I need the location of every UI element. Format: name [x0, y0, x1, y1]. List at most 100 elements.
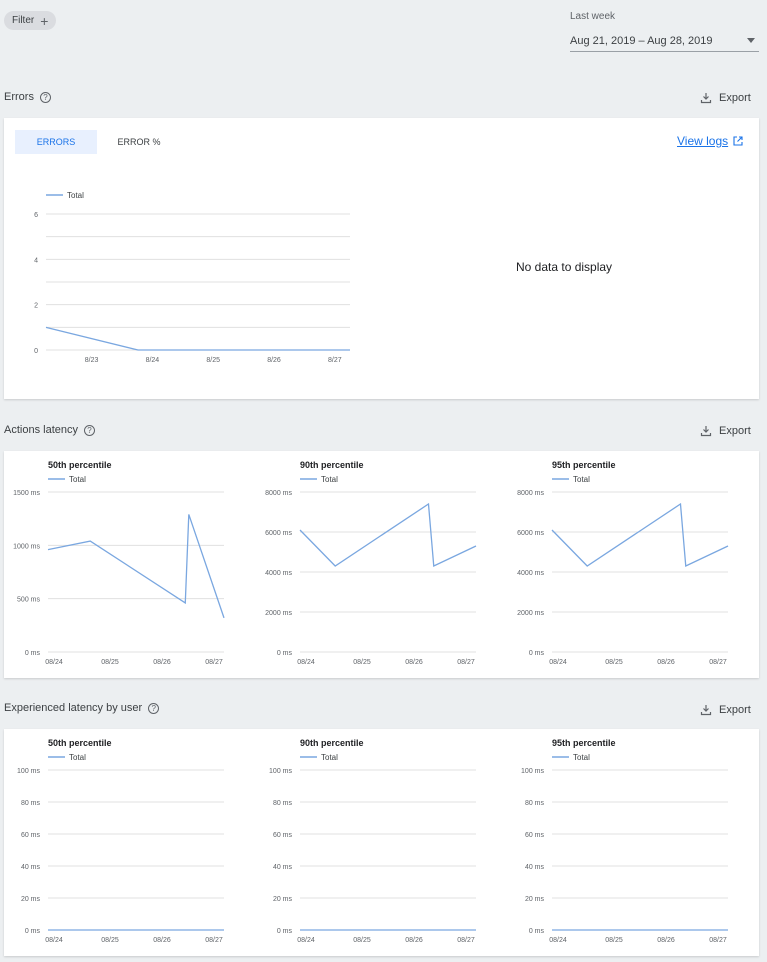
view-logs-link[interactable]: View logs	[677, 134, 743, 148]
y-tick-label: 100 ms	[17, 768, 40, 775]
y-tick-label: 6	[34, 212, 38, 219]
legend-label: Total	[67, 191, 84, 200]
x-tick-label: 08/25	[101, 937, 119, 944]
chart-title: 90th percentile	[300, 460, 364, 470]
chart-title: 95th percentile	[552, 460, 616, 470]
x-tick-label: 8/26	[267, 357, 281, 364]
series-line	[299, 502, 477, 567]
x-tick-label: 08/24	[297, 659, 315, 666]
y-tick-label: 0 ms	[25, 928, 41, 935]
filter-chip[interactable]: Filter +	[4, 11, 56, 30]
x-tick-label: 08/27	[205, 937, 223, 944]
filter-label: Filter	[12, 15, 35, 26]
y-tick-label: 6000 ms	[517, 530, 544, 537]
view-logs-label: View logs	[677, 134, 729, 148]
y-tick-label: 20 ms	[273, 896, 293, 903]
x-tick-label: 8/23	[85, 357, 99, 364]
y-tick-label: 8000 ms	[265, 490, 292, 497]
y-tick-label: 4000 ms	[517, 570, 544, 577]
legend-label: Total	[573, 475, 590, 484]
x-tick-label: 08/24	[45, 937, 63, 944]
legend-label: Total	[69, 475, 86, 484]
x-tick-label: 08/27	[205, 659, 223, 666]
open-in-new-icon	[733, 136, 743, 146]
x-tick-label: 08/25	[605, 937, 623, 944]
y-tick-label: 40 ms	[21, 864, 41, 871]
errors-export-button[interactable]: Export	[700, 92, 751, 104]
x-tick-label: 8/25	[206, 357, 220, 364]
errors-title: Errors	[4, 91, 34, 103]
x-tick-label: 08/25	[353, 937, 371, 944]
actions-section-title: Actions latency ?	[4, 424, 95, 436]
y-tick-label: 40 ms	[273, 864, 293, 871]
actions-title: Actions latency	[4, 424, 78, 436]
y-tick-label: 80 ms	[21, 800, 41, 807]
legend-label: Total	[573, 753, 590, 762]
chart-title: 90th percentile	[300, 738, 364, 748]
actions-p90-chart: 90th percentile Total 0 ms 2000 ms 4000 ms 60…	[265, 460, 477, 666]
y-tick-label: 1500 ms	[13, 490, 40, 497]
x-tick-label: 8/27	[328, 357, 342, 364]
chevron-down-icon	[747, 38, 755, 43]
y-tick-label: 100 ms	[521, 768, 544, 775]
chart-title: 50th percentile	[48, 738, 112, 748]
chart-title: 95th percentile	[552, 738, 616, 748]
y-tick-label: 0 ms	[529, 928, 545, 935]
y-tick-label: 2000 ms	[517, 610, 544, 617]
experienced-export-button[interactable]: Export	[700, 704, 751, 716]
legend-label: Total	[69, 753, 86, 762]
experienced-section-title: Experienced latency by user ?	[4, 702, 160, 714]
download-icon	[700, 705, 712, 716]
date-range-caption: Last week	[570, 11, 616, 22]
download-icon	[700, 93, 712, 104]
download-icon	[700, 426, 712, 437]
x-tick-label: 8/24	[146, 357, 160, 364]
no-data-message: No data to display	[516, 260, 613, 274]
y-tick-label: 100 ms	[269, 768, 292, 775]
date-range-select[interactable]: Aug 21, 2019 – Aug 28, 2019	[570, 30, 759, 52]
x-tick-label: 08/26	[657, 659, 675, 666]
x-tick-label: 08/27	[709, 937, 727, 944]
x-tick-label: 08/24	[297, 937, 315, 944]
y-tick-label: 60 ms	[273, 832, 293, 839]
y-tick-label: 4	[34, 257, 38, 264]
y-tick-label: 80 ms	[525, 800, 545, 807]
export-label: Export	[719, 92, 751, 104]
y-tick-label: 20 ms	[525, 896, 545, 903]
help-icon[interactable]: ?	[148, 702, 160, 714]
series-line	[47, 514, 225, 619]
actions-export-button[interactable]: Export	[700, 425, 751, 437]
tab-errors[interactable]: ERRORS	[15, 130, 97, 154]
x-tick-label: 08/27	[709, 659, 727, 666]
experienced-p50-chart: 50th percentile Total 0 ms 20 ms 40 ms 60 ms 8…	[17, 738, 224, 944]
y-tick-label: 6000 ms	[265, 530, 292, 537]
legend-label: Total	[321, 753, 338, 762]
y-tick-label: 0	[34, 348, 38, 355]
legend-label: Total	[321, 475, 338, 484]
actions-p95-chart: 95th percentile Total 0 ms 2000 ms 4000 ms 60…	[517, 460, 729, 666]
errors-section-title: Errors ?	[4, 91, 51, 103]
y-tick-label: 1000 ms	[13, 543, 40, 550]
y-tick-label: 80 ms	[273, 800, 293, 807]
y-tick-label: 500 ms	[17, 597, 40, 604]
help-icon[interactable]: ?	[39, 91, 51, 103]
export-label: Export	[719, 704, 751, 716]
y-tick-label: 60 ms	[525, 832, 545, 839]
series-line	[45, 326, 350, 351]
x-tick-label: 08/25	[353, 659, 371, 666]
x-tick-label: 08/26	[153, 937, 171, 944]
chart-title: 50th percentile	[48, 460, 112, 470]
y-tick-label: 0 ms	[277, 928, 293, 935]
y-tick-label: 8000 ms	[517, 490, 544, 497]
y-tick-label: 0 ms	[277, 650, 293, 657]
x-tick-label: 08/24	[549, 937, 567, 944]
y-tick-label: 4000 ms	[265, 570, 292, 577]
y-tick-label: 60 ms	[21, 832, 41, 839]
y-tick-label: 20 ms	[21, 896, 41, 903]
errors-chart: Total 0 2 4 6 8/23 8/24 8/25 8/26 8/27	[34, 191, 350, 364]
help-icon[interactable]: ?	[83, 424, 95, 436]
y-tick-label: 0 ms	[25, 650, 41, 657]
actions-p50-chart: 50th percentile Total 0 ms 500 ms 1000 ms 150…	[13, 460, 225, 666]
tab-error-percent[interactable]: ERROR %	[100, 130, 178, 154]
y-tick-label: 40 ms	[525, 864, 545, 871]
